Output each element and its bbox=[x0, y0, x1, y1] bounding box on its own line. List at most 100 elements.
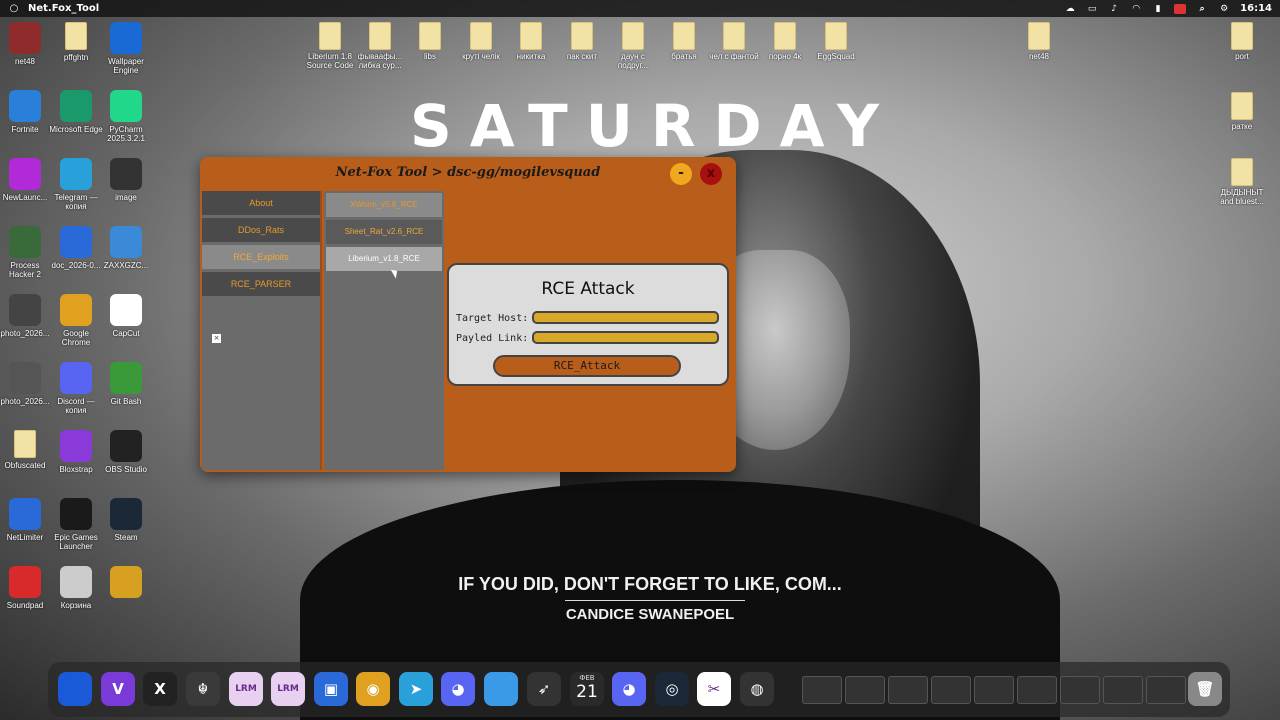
desktop-icon[interactable]: Process Hacker 2 bbox=[0, 226, 53, 279]
desktop-icon[interactable]: пак скит bbox=[554, 22, 610, 61]
close-button[interactable]: x bbox=[700, 163, 722, 185]
volume-icon[interactable]: ♪ bbox=[1108, 4, 1120, 14]
desktop-icon[interactable]: net48 bbox=[0, 22, 53, 66]
desktop-icon-label: Bloxstrap bbox=[59, 465, 93, 474]
display-icon[interactable]: ▭ bbox=[1086, 4, 1098, 14]
lrm-icon[interactable]: LRM bbox=[229, 672, 263, 706]
edge-icon bbox=[60, 90, 92, 122]
system-menu-icon[interactable]: ○ bbox=[0, 3, 28, 14]
nav-rce-exploits[interactable]: RCE_Exploits bbox=[202, 245, 320, 269]
desktop-icon[interactable]: порно 4к bbox=[757, 22, 813, 61]
desktop-icon-label: libs bbox=[423, 52, 436, 61]
antivirus-icon[interactable] bbox=[1174, 3, 1187, 14]
gold-dragon-icon[interactable]: ☬ bbox=[186, 672, 220, 706]
exploit-item-liberium[interactable]: Liberium_v1.8_RCE bbox=[326, 247, 442, 271]
desktop-icon[interactable]: Google Chrome bbox=[48, 294, 104, 347]
wifi-icon[interactable]: ◠ bbox=[1130, 4, 1142, 14]
minimize-button[interactable]: - bbox=[670, 163, 692, 185]
settings-icon[interactable]: ⚙ bbox=[1218, 4, 1230, 14]
monitor-icon[interactable] bbox=[58, 672, 92, 706]
desktop-icon[interactable]: NetLimiter bbox=[0, 498, 53, 542]
desktop-icon[interactable]: ДЫДЫНЫТ and bluest... bbox=[1214, 158, 1270, 206]
desktop-icon[interactable]: image bbox=[98, 158, 154, 202]
wallpaper-lyric: IF YOU DID, DON'T FORGET TO LIKE, COM... bbox=[458, 574, 842, 594]
lrm-icon[interactable]: LRM bbox=[271, 672, 305, 706]
desktop-icon[interactable]: Telegram — копия bbox=[48, 158, 104, 211]
window-thumbnail[interactable] bbox=[1060, 676, 1100, 704]
desktop-icon[interactable]: libs bbox=[402, 22, 458, 61]
nav-rce-parser[interactable]: RCE_PARSER bbox=[202, 272, 320, 296]
netlimiter-icon bbox=[9, 498, 41, 530]
battery-icon[interactable]: ▮ bbox=[1152, 4, 1164, 14]
desktop-icon[interactable]: Soundpad bbox=[0, 566, 53, 610]
steam-icon[interactable]: ◎ bbox=[655, 672, 689, 706]
desktop-icon[interactable]: Epic Games Launcher bbox=[48, 498, 104, 551]
desktop-icon[interactable]: Корзина bbox=[48, 566, 104, 610]
search-icon[interactable]: ⌕ bbox=[1196, 4, 1208, 14]
exploit-item-xworm[interactable]: XWorm_v5.6_RCE bbox=[326, 193, 442, 217]
window-thumbnail[interactable] bbox=[931, 676, 971, 704]
desktop-icon[interactable]: Steam bbox=[98, 498, 154, 542]
desktop-icon[interactable]: net48 bbox=[1011, 22, 1067, 61]
clock[interactable]: 16:14 bbox=[1240, 3, 1272, 14]
desktop-icon[interactable]: EggSquad bbox=[808, 22, 864, 61]
calendar-icon[interactable]: ФЕВ 21 bbox=[570, 672, 604, 706]
cloud-icon[interactable]: ☁ bbox=[1064, 4, 1076, 14]
desktop-icon[interactable]: NewLaunc... bbox=[0, 158, 53, 202]
obs-icon[interactable]: ◍ bbox=[740, 672, 774, 706]
nav-about[interactable]: About bbox=[202, 191, 320, 215]
window-thumbnail[interactable] bbox=[1103, 676, 1143, 704]
desktop-icon[interactable]: port bbox=[1214, 22, 1270, 61]
desktop-icon[interactable]: никитка bbox=[503, 22, 559, 61]
desktop-icon[interactable]: Bloxstrap bbox=[48, 430, 104, 474]
telegram-icon[interactable]: ➤ bbox=[399, 672, 433, 706]
capcut-icon[interactable]: ✂ bbox=[697, 672, 731, 706]
desktop-icon[interactable]: PyCharm 2025.3.2.1 bbox=[98, 90, 154, 143]
discord-icon[interactable]: ◕ bbox=[441, 672, 475, 706]
window-thumbnail[interactable] bbox=[802, 676, 842, 704]
visual-studio-icon[interactable]: V bbox=[101, 672, 135, 706]
desktop-icon[interactable]: круті челік bbox=[453, 22, 509, 61]
desktop-icon[interactable]: Fortnite bbox=[0, 90, 53, 134]
desktop-icon[interactable]: OBS Studio bbox=[98, 430, 154, 474]
window-thumbnail[interactable] bbox=[974, 676, 1014, 704]
window-thumbnail[interactable] bbox=[1146, 676, 1186, 704]
desktop-icon[interactable]: Discord — копия bbox=[48, 362, 104, 415]
desktop-icon[interactable]: pffghtn bbox=[48, 22, 104, 62]
nav-checkbox[interactable]: × bbox=[212, 334, 221, 343]
rocket-icon[interactable]: ➶ bbox=[527, 672, 561, 706]
desktop-icon[interactable]: Git Bash bbox=[98, 362, 154, 406]
desktop-icon[interactable]: Microsoft Edge bbox=[48, 90, 104, 134]
payload-link-input[interactable] bbox=[532, 331, 719, 344]
desktop-icon[interactable]: ZAXXGZC... bbox=[98, 226, 154, 270]
window-thumbnail[interactable] bbox=[1017, 676, 1057, 704]
rce-attack-button[interactable]: RCE_Attack bbox=[493, 355, 681, 377]
desktop-icon[interactable]: чел с фантой bbox=[706, 22, 762, 61]
window-thumbnail[interactable] bbox=[845, 676, 885, 704]
desktop-icon[interactable]: даун с подруг... bbox=[605, 22, 661, 70]
desktop-icon[interactable]: photo_2026... bbox=[0, 294, 53, 338]
target-host-input[interactable] bbox=[532, 311, 719, 324]
folder-icon bbox=[673, 22, 695, 50]
window-icon[interactable]: ▣ bbox=[314, 672, 348, 706]
chrome-icon[interactable]: ◉ bbox=[356, 672, 390, 706]
discord-icon[interactable]: ◕ bbox=[612, 672, 646, 706]
trash-icon[interactable]: 🗑 bbox=[1188, 672, 1222, 706]
desktop-icon[interactable]: Obfuscated bbox=[0, 430, 53, 470]
desktop-icon[interactable] bbox=[98, 566, 154, 601]
x-icon[interactable]: X bbox=[143, 672, 177, 706]
desktop-icon[interactable]: Wallpaper Engine bbox=[98, 22, 154, 75]
desktop-icon[interactable]: photo_2026... bbox=[0, 362, 53, 406]
process-hacker-icon bbox=[9, 226, 41, 258]
desktop-icon[interactable]: CapCut bbox=[98, 294, 154, 338]
nav-ddos-rats[interactable]: DDos_Rats bbox=[202, 218, 320, 242]
desktop-icon[interactable]: ратке bbox=[1214, 92, 1270, 131]
desktop-icon[interactable]: doc_2026-0... bbox=[48, 226, 104, 270]
video-file-icon bbox=[60, 226, 92, 258]
folder-icon[interactable] bbox=[484, 672, 518, 706]
exploit-item-sheet-rat[interactable]: Sheet_Rat_v2.6_RCE bbox=[326, 220, 442, 244]
desktop-icon[interactable]: братья bbox=[656, 22, 712, 61]
desktop-icon[interactable]: Liberium 1.8 Source Code bbox=[302, 22, 358, 70]
desktop-icon[interactable]: фываафы... либка сур... bbox=[352, 22, 408, 70]
window-thumbnail[interactable] bbox=[888, 676, 928, 704]
